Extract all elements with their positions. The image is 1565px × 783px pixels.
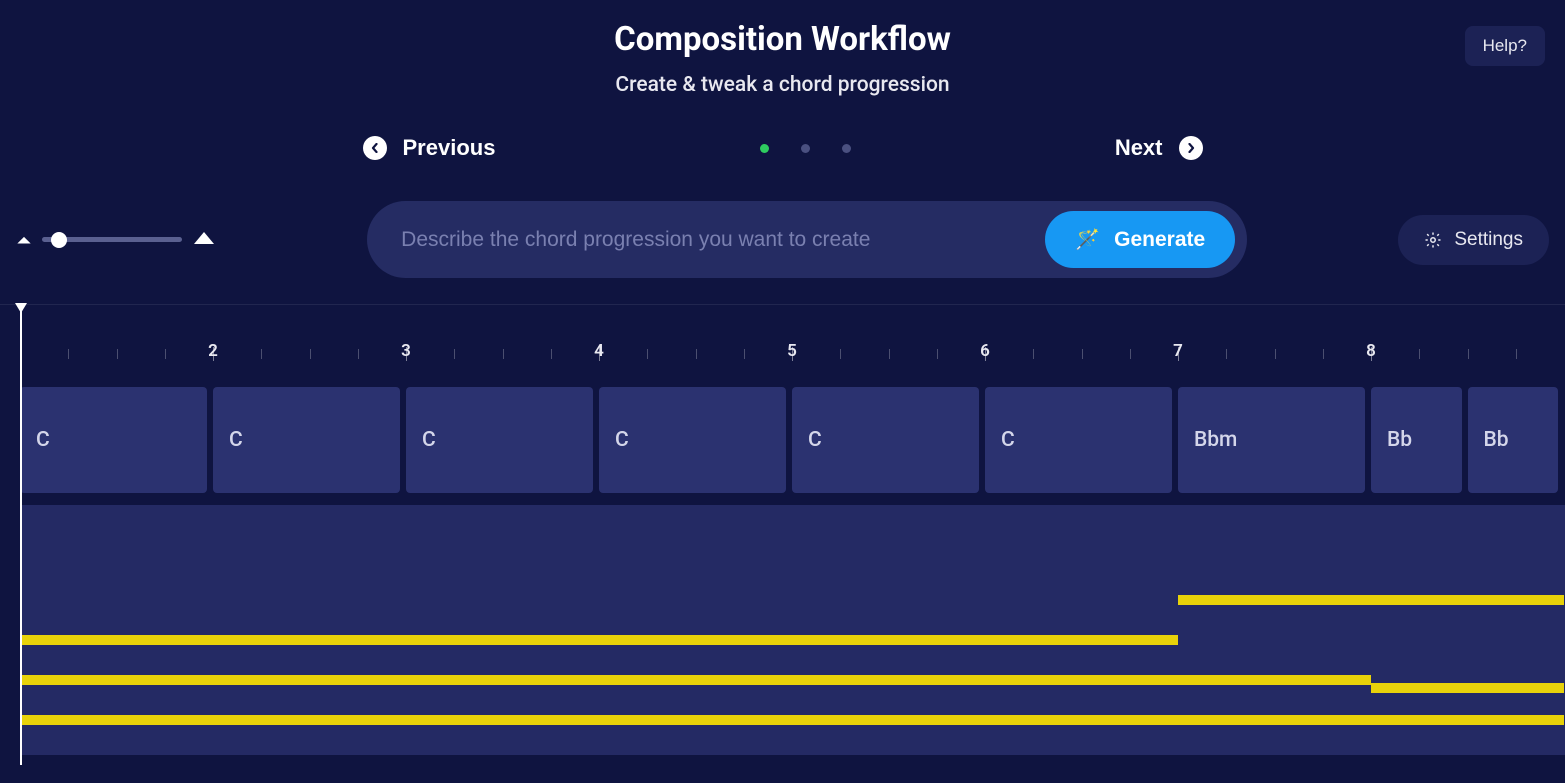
ruler-tick-beat [744, 349, 745, 359]
chord-block[interactable]: C [213, 387, 400, 493]
ruler-tick-beat [551, 349, 552, 359]
prompt-container: 🪄 Generate [367, 201, 1247, 278]
ruler-tick-beat [503, 349, 504, 359]
ruler-tick-beat [165, 349, 166, 359]
playhead[interactable] [20, 305, 22, 765]
chevron-left-icon [363, 136, 387, 160]
ruler-bar-label: 5 [787, 341, 797, 361]
ruler-bar-label: 4 [594, 341, 604, 361]
workflow-nav: Previous Next [363, 135, 1203, 161]
ruler[interactable]: 2 3 4 5 6 7 8 [20, 335, 1565, 383]
chord-block[interactable]: Bbm [1178, 387, 1365, 493]
zoom-out-icon [16, 230, 32, 249]
ruler-tick-beat [1130, 349, 1131, 359]
zoom-thumb[interactable] [51, 232, 67, 248]
ruler-tick-beat [1033, 349, 1034, 359]
zoom-slider[interactable] [16, 230, 216, 250]
ruler-tick-beat [840, 349, 841, 359]
ruler-tick-beat [1516, 349, 1517, 359]
controls-row: 🪄 Generate Settings [0, 201, 1565, 278]
chord-block[interactable]: Bb [1468, 387, 1559, 493]
settings-button[interactable]: Settings [1398, 215, 1549, 265]
prompt-input[interactable] [401, 228, 1029, 252]
step-dot-2[interactable] [801, 144, 810, 153]
ruler-tick-beat [1323, 349, 1324, 359]
ruler-bar-label: 7 [1173, 341, 1183, 361]
next-label: Next [1115, 135, 1163, 161]
gear-icon [1424, 231, 1442, 249]
note[interactable] [1178, 715, 1564, 725]
previous-label: Previous [403, 135, 496, 161]
zoom-in-icon [192, 230, 216, 250]
note[interactable] [1178, 595, 1564, 605]
settings-label: Settings [1454, 229, 1523, 251]
note[interactable] [20, 635, 1178, 645]
next-button[interactable]: Next [1115, 135, 1203, 161]
ruler-tick-beat [889, 349, 890, 359]
ruler-bar-label: 6 [980, 341, 990, 361]
chord-track: CCCCCCBbmBbBb [20, 387, 1565, 493]
step-dot-1[interactable] [760, 144, 769, 153]
step-indicator [760, 144, 851, 153]
ruler-tick-beat [696, 349, 697, 359]
note[interactable] [1178, 675, 1371, 685]
ruler-bar-label: 2 [208, 341, 218, 361]
ruler-tick-beat [1082, 349, 1083, 359]
note[interactable] [1371, 683, 1564, 693]
step-dot-3[interactable] [842, 144, 851, 153]
ruler-tick-beat [1275, 349, 1276, 359]
chevron-right-icon [1179, 136, 1203, 160]
page-subtitle: Create & tweak a chord progression [0, 73, 1565, 97]
wand-icon: 🪄 [1075, 227, 1100, 252]
help-button[interactable]: Help? [1465, 26, 1545, 66]
header: Composition Workflow Create & tweak a ch… [0, 0, 1565, 97]
ruler-tick-beat [68, 349, 69, 359]
page-title: Composition Workflow [0, 20, 1565, 59]
ruler-tick-beat [310, 349, 311, 359]
chord-block[interactable]: C [792, 387, 979, 493]
piano-roll[interactable] [20, 505, 1565, 755]
chord-block[interactable]: C [20, 387, 207, 493]
ruler-tick-beat [1226, 349, 1227, 359]
ruler-tick-beat [647, 349, 648, 359]
ruler-tick-beat [1468, 349, 1469, 359]
ruler-bar-label: 8 [1366, 341, 1376, 361]
ruler-tick-beat [117, 349, 118, 359]
chord-block[interactable]: C [599, 387, 786, 493]
timeline: 2345678 CCCCCCBbmBbBb [0, 304, 1565, 755]
ruler-tick-beat [261, 349, 262, 359]
ruler-tick-beat [1419, 349, 1420, 359]
previous-button[interactable]: Previous [363, 135, 496, 161]
ruler-tick-beat [454, 349, 455, 359]
note[interactable] [20, 715, 1178, 725]
chord-block[interactable]: Bb [1371, 387, 1462, 493]
ruler-tick-beat [937, 349, 938, 359]
generate-button[interactable]: 🪄 Generate [1045, 211, 1235, 268]
chord-block[interactable]: C [406, 387, 593, 493]
ruler-tick-beat [358, 349, 359, 359]
note[interactable] [20, 675, 1178, 685]
chord-block[interactable]: C [985, 387, 1172, 493]
generate-label: Generate [1114, 228, 1205, 252]
zoom-track[interactable] [42, 237, 182, 242]
ruler-bar-label: 3 [401, 341, 411, 361]
